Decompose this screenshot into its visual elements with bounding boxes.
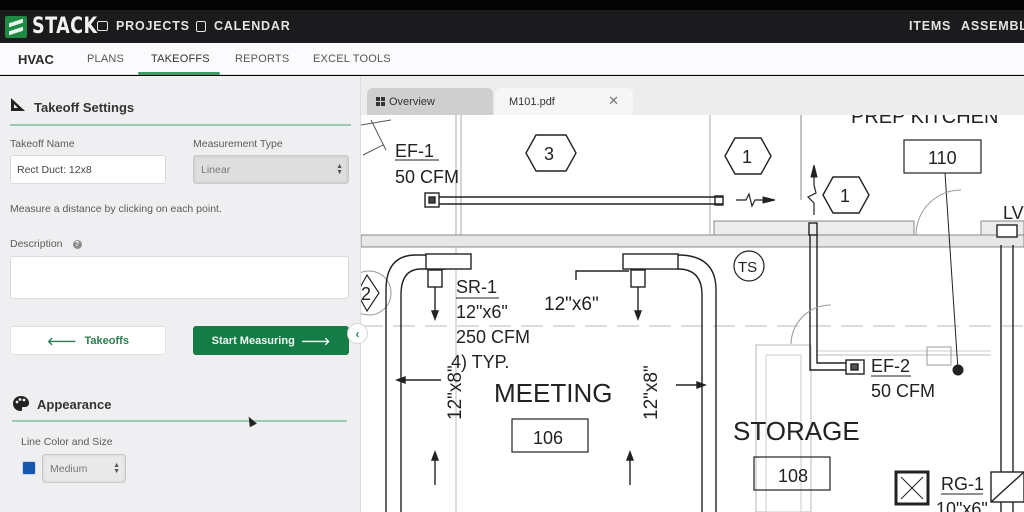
room-storage: STORAGE [733, 416, 860, 446]
nav-items[interactable]: ITEMS [909, 19, 951, 33]
nav-calendar[interactable]: CALENDAR [196, 19, 291, 33]
floor-plan-svg: EF-1 50 CFM 3 1 1 PREP KITCHEN 110 LV 2 … [361, 115, 1024, 512]
ef1-duct [424, 192, 724, 208]
takeoff-settings-title: Takeoff Settings [34, 100, 135, 115]
sr1-label: SR-1 [456, 277, 497, 297]
nav-projects-label: PROJECTS [116, 19, 190, 33]
measurement-type-value: Linear [201, 163, 231, 176]
tab-overview[interactable]: Overview [367, 88, 493, 115]
keynote-3-text: 3 [544, 144, 554, 164]
room-prep-kitchen: PREP KITCHEN [851, 115, 998, 128]
ef1-cfm: 50 CFM [395, 167, 459, 187]
viewer-tabs: Overview M101.pdf ✕ [361, 76, 1024, 115]
keynote-1a-text: 1 [742, 147, 752, 167]
select-arrows-icon: ▲ ▼ [113, 461, 120, 475]
rg1-label: RG-1 [941, 474, 984, 494]
arrow-left-icon: 🡐 [47, 335, 77, 348]
nav-projects[interactable]: PROJECTS [97, 19, 190, 33]
tab-m101-pdf[interactable]: M101.pdf ✕ [495, 88, 633, 115]
tab-takeoffs[interactable]: TAKEOFFS [151, 53, 210, 65]
brand-name: STACK [32, 14, 98, 39]
window-top-edge [0, 0, 1024, 10]
project-subnav: HVAC PLANS TAKEOFFS REPORTS EXCEL TOOLS [0, 43, 1024, 75]
room-110-number: 110 [928, 148, 957, 168]
measurement-type-label: Measurement Type [193, 138, 283, 150]
sr1-cfm: 250 CFM [456, 327, 530, 347]
tab-plans[interactable]: PLANS [87, 53, 124, 65]
ts-label: TS [738, 259, 757, 276]
room-meeting: MEETING [494, 378, 612, 408]
nav-calendar-label: CALENDAR [214, 19, 291, 33]
tab-file-label: M101.pdf [509, 95, 555, 108]
help-icon[interactable]: ? [72, 240, 82, 249]
line-color-size-label: Line Color and Size [21, 436, 113, 448]
description-textarea[interactable] [10, 256, 349, 299]
right-duct [990, 224, 1024, 512]
tab-reports[interactable]: REPORTS [235, 53, 289, 65]
appearance-title: Appearance [37, 397, 112, 412]
chevron-left-icon: ‹ [355, 326, 360, 341]
nav-assemblies-label: ASSEMBLIE [961, 19, 1024, 33]
arrow-right-icon: 🡒 [300, 335, 331, 348]
line-size-select[interactable]: Medium ▲ ▼ [42, 454, 126, 483]
duct-size-right: 12"x8" [641, 365, 662, 420]
keynote-1b-text: 1 [840, 186, 850, 206]
lv-label: LV [1003, 203, 1024, 223]
keynote-2-text: 2 [361, 284, 371, 304]
section-divider [10, 124, 351, 126]
rg1-size: 10"x6" [936, 499, 988, 512]
sr1-size: 12"x6" [456, 302, 508, 322]
calendar-icon [196, 20, 206, 32]
room-108-number: 108 [778, 466, 808, 486]
line-size-value: Medium [50, 462, 88, 475]
duct-size-top: 12"x6" [544, 294, 599, 315]
ef2-label: EF-2 [871, 356, 910, 376]
triangle-ruler-icon [11, 98, 25, 111]
back-button-label: Takeoffs [84, 334, 129, 347]
room-106-number: 106 [533, 428, 563, 448]
tab-excel-tools[interactable]: EXCEL TOOLS [313, 53, 391, 65]
takeoff-name-label: Takeoff Name [10, 138, 75, 150]
line-color-swatch[interactable] [22, 461, 36, 475]
ef1-label: EF-1 [395, 141, 434, 161]
section-divider [12, 420, 347, 422]
start-button-label: Start Measuring [211, 334, 295, 347]
stack-logo-icon [5, 15, 27, 38]
description-label-text: Description [10, 238, 63, 250]
plan-drawing[interactable]: EF-1 50 CFM 3 1 1 PREP KITCHEN 110 LV 2 … [361, 115, 1024, 512]
briefcase-icon [97, 21, 108, 31]
start-measuring-button[interactable]: Start Measuring 🡒 [193, 326, 349, 355]
nav-items-label: ITEMS [909, 19, 952, 33]
ef2-cfm: 50 CFM [871, 381, 935, 401]
duct-size-left: 12"x8" [445, 365, 466, 420]
project-name: HVAC [18, 52, 54, 67]
plan-viewer: Overview M101.pdf ✕ EF-1 50 CFM 3 1 1 PR… [361, 76, 1024, 512]
select-arrows-icon: ▲ ▼ [336, 162, 343, 176]
active-tab-indicator [138, 72, 220, 75]
palette-icon [13, 396, 29, 411]
close-icon[interactable]: ✕ [608, 93, 619, 109]
description-label: Description? [10, 238, 82, 250]
nav-assemblies[interactable]: ASSEMBLIE [961, 19, 1024, 33]
back-to-takeoffs-button[interactable]: 🡐 Takeoffs [10, 326, 166, 355]
collapse-sidebar-button[interactable]: ‹ [347, 323, 368, 344]
main-navbar: STACK PROJECTS CALENDAR ITEMS ASSEMBLIE [0, 10, 1024, 43]
takeoff-name-input[interactable]: Rect Duct: 12x8 [10, 155, 166, 184]
measurement-hint: Measure a distance by clicking on each p… [10, 203, 222, 215]
grid-icon [376, 97, 385, 106]
measurement-type-select[interactable]: Linear ▲ ▼ [193, 155, 349, 184]
tab-overview-label: Overview [389, 95, 435, 108]
